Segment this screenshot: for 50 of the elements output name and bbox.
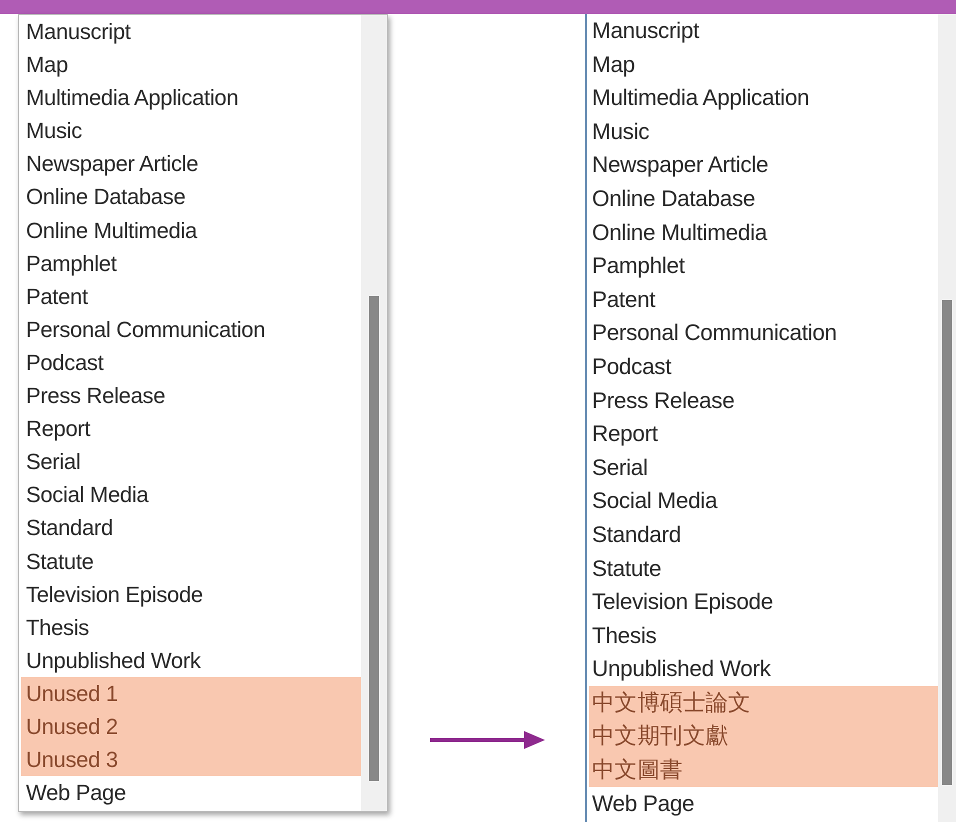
list-item[interactable]: Press Release bbox=[589, 384, 938, 418]
list-item[interactable]: Unused 2 bbox=[21, 710, 361, 744]
list-item[interactable]: 中文博碩士論文 bbox=[589, 686, 938, 720]
list-item[interactable]: Podcast bbox=[589, 350, 938, 384]
list-item[interactable]: Music bbox=[589, 114, 938, 148]
list-item[interactable]: Television Episode bbox=[589, 585, 938, 619]
list-item[interactable]: Report bbox=[589, 417, 938, 451]
list-item[interactable]: Online Database bbox=[21, 180, 361, 214]
list-item[interactable]: Standard bbox=[21, 511, 361, 544]
list-item[interactable]: Web Page bbox=[21, 776, 361, 810]
list-item[interactable]: Report bbox=[21, 412, 361, 446]
list-item[interactable]: Unpublished Work bbox=[21, 644, 361, 677]
list-item[interactable]: Social Media bbox=[21, 478, 361, 512]
list-item[interactable]: Online Database bbox=[589, 182, 938, 216]
list-item[interactable]: Statute bbox=[589, 552, 938, 586]
list-item[interactable]: Map bbox=[21, 48, 361, 82]
list-item[interactable]: Thesis bbox=[21, 610, 361, 644]
list-item[interactable]: Serial bbox=[589, 450, 938, 484]
list-item[interactable]: Podcast bbox=[21, 346, 361, 380]
list-item[interactable]: Pamphlet bbox=[589, 249, 938, 283]
list-item[interactable]: Multimedia Application bbox=[21, 81, 361, 114]
list-item[interactable]: 中文期刊文獻 bbox=[589, 719, 938, 754]
scrollbar[interactable] bbox=[361, 15, 387, 811]
list-item[interactable]: Patent bbox=[21, 280, 361, 313]
list-item[interactable]: Music bbox=[21, 114, 361, 148]
list-item[interactable]: Personal Communication bbox=[21, 312, 361, 346]
list-item[interactable]: Serial bbox=[21, 445, 361, 478]
list-item[interactable]: Personal Communication bbox=[589, 316, 938, 350]
scrollbar[interactable] bbox=[938, 14, 956, 822]
list-item[interactable]: Standard bbox=[589, 518, 938, 552]
list-item[interactable]: Unused 3 bbox=[21, 743, 361, 776]
list-item[interactable]: Social Media bbox=[589, 484, 938, 518]
list-item[interactable]: Statute bbox=[21, 544, 361, 578]
list-item[interactable]: Television Episode bbox=[21, 578, 361, 611]
list-item[interactable]: Unpublished Work bbox=[589, 652, 938, 686]
list-item[interactable]: Unused 1 bbox=[21, 676, 361, 710]
list-item[interactable]: 中文圖書 bbox=[589, 753, 938, 787]
list-item[interactable]: Pamphlet bbox=[21, 246, 361, 280]
list-item[interactable]: Press Release bbox=[21, 379, 361, 412]
list-item[interactable]: Manuscript bbox=[589, 14, 938, 48]
list-item[interactable]: Patent bbox=[589, 282, 938, 316]
list-item[interactable]: Online Multimedia bbox=[589, 216, 938, 250]
list-item[interactable]: Map bbox=[589, 48, 938, 82]
list-item[interactable]: Manuscript bbox=[21, 15, 361, 48]
list-item[interactable]: Online Multimedia bbox=[21, 214, 361, 247]
list-item[interactable]: Multimedia Application bbox=[589, 81, 938, 115]
list-item[interactable]: Newspaper Article bbox=[589, 148, 938, 182]
list-item[interactable]: Web Page bbox=[589, 786, 938, 820]
list-item[interactable]: Thesis bbox=[589, 618, 938, 652]
list-item[interactable]: Newspaper Article bbox=[21, 147, 361, 180]
